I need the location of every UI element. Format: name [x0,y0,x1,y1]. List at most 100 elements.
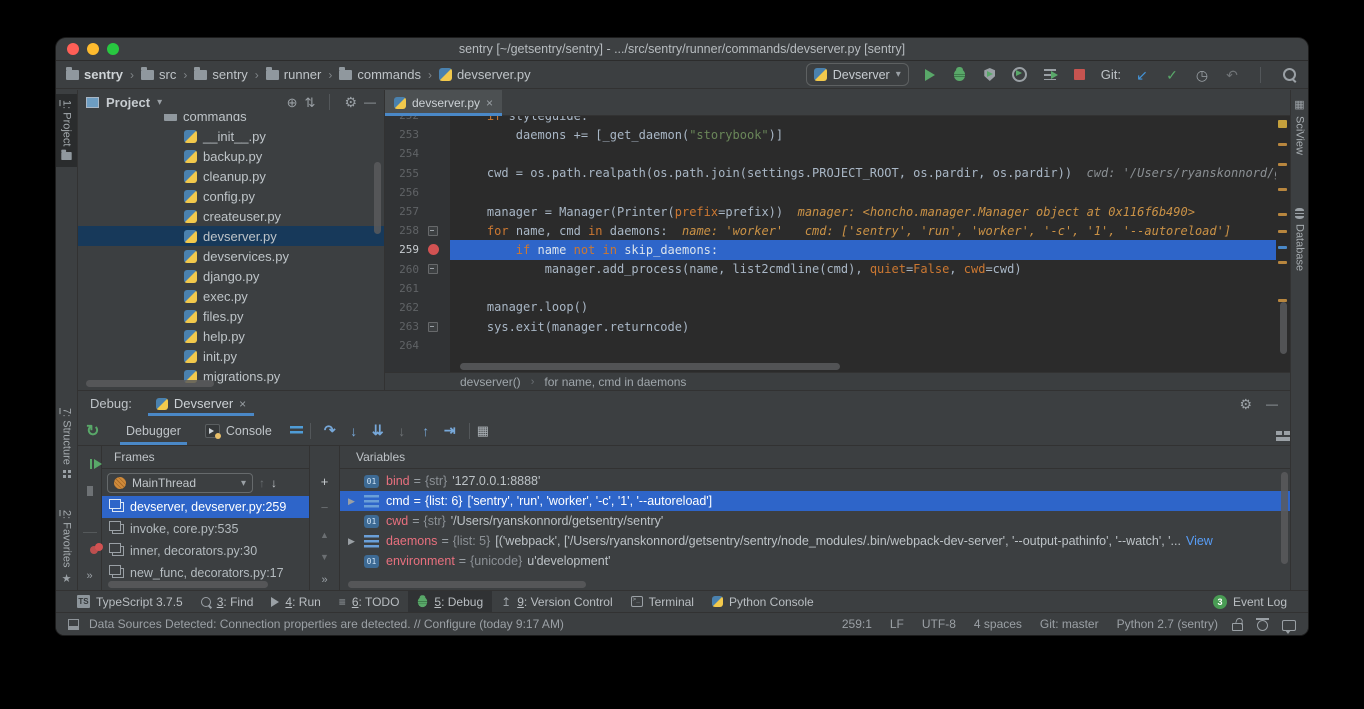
breadcrumb-item-devserver.py[interactable]: devserver.py [439,67,531,82]
breadcrumb-item-sentry[interactable]: sentry [66,67,123,82]
code-line-255[interactable]: 255 cwd = os.path.realpath(os.path.join(… [385,164,1290,183]
status-item-python-2-7-sentry-[interactable]: Python 2.7 (sentry) [1117,617,1218,631]
tool-window-switcher-icon[interactable] [68,619,79,630]
toolwindow-button-debug[interactable]: 5: Debug [408,591,492,612]
code-text[interactable] [450,279,1290,298]
status-item-4-spaces[interactable]: 4 spaces [974,617,1022,631]
debug-session-tab[interactable]: Devserver × [148,391,254,416]
code-text[interactable]: manager.loop() [450,298,1290,317]
sidebar-stripe-project[interactable]: 1: Project [56,94,77,167]
tree-item-django.py[interactable]: django.py [78,266,384,286]
status-item-utf-8[interactable]: UTF-8 [922,617,956,631]
code-text[interactable]: cwd = os.path.realpath(os.path.join(sett… [450,164,1290,183]
tree-item-createuser.py[interactable]: createuser.py [78,206,384,226]
close-icon[interactable]: × [486,96,493,110]
code-line-259[interactable]: 259 if name not in skip_daemons: [385,240,1290,259]
variable-row-bind[interactable]: 01bind={str}'127.0.0.1:8888' [340,471,1290,491]
move-down-button[interactable]: ▼ [320,552,329,562]
tab-debugger[interactable]: Debugger [114,416,193,445]
error-stripe-mark[interactable] [1278,163,1287,166]
variable-row-daemons[interactable]: ▶daemons={list: 5}[('webpack', ['/Users/… [340,531,1290,551]
error-stripe-mark[interactable] [1278,213,1287,216]
search-everywhere-button[interactable] [1280,66,1298,84]
line-gutter[interactable]: 263 [385,317,450,336]
move-up-button[interactable]: ▲ [320,530,329,540]
gear-icon[interactable]: ⚙ [344,95,357,109]
sidebar-stripe-database[interactable]: Database [1291,208,1308,271]
profiler-button[interactable] [1011,66,1029,84]
tree-item-files.py[interactable]: files.py [78,306,384,326]
toolwindow-button-todo[interactable]: ≡6: TODO [330,591,409,612]
stop-button[interactable] [1071,66,1089,84]
error-stripe-mark[interactable] [1278,188,1287,191]
git-rollback-button[interactable]: ↶ [1223,66,1241,84]
fold-icon[interactable] [428,264,438,274]
toolwindow-button-typescript-3-7-5[interactable]: TypeScript 3.7.5 [68,591,192,612]
tree-item-devserver.py[interactable]: devserver.py [78,226,384,246]
expander-icon[interactable]: ▶ [348,536,364,547]
variables-horizontal-scrollbar[interactable] [348,581,586,588]
project-vertical-scrollbar[interactable] [374,162,381,234]
line-gutter[interactable]: 256 [385,183,450,202]
evaluate-expression-icon[interactable]: ▦ [477,424,489,437]
frames-horizontal-scrollbar[interactable] [108,581,268,588]
tree-item-__init__.py[interactable]: __init__.py [78,126,384,146]
code-text[interactable]: if name not in skip_daemons: [450,240,1290,259]
collapse-all-icon[interactable]: ⇅ [305,96,316,109]
run-to-cursor-button[interactable]: ⇥ [438,420,462,442]
code-text[interactable]: if styleguide: [450,116,1290,125]
error-stripe-mark[interactable] [1278,261,1287,264]
tree-item-cleanup.py[interactable]: cleanup.py [78,166,384,186]
view-link[interactable]: View [1186,534,1213,548]
next-frame-button[interactable]: ↓ [271,476,277,490]
error-stripe-mark[interactable] [1278,120,1287,128]
minimize-window-button[interactable] [87,43,99,55]
status-item-259-1[interactable]: 259:1 [842,617,872,631]
step-over-button[interactable]: ↷ [318,420,342,442]
more-actions-button[interactable]: » [321,574,327,586]
line-gutter[interactable]: 262 [385,298,450,317]
error-stripe-mark[interactable] [1278,230,1287,233]
breadcrumb-item-src[interactable]: src [141,67,176,82]
hide-panel-icon[interactable]: — [364,96,376,108]
editor-vertical-scrollbar[interactable] [1280,302,1287,354]
fold-icon[interactable] [428,226,438,236]
hide-panel-icon[interactable]: — [1266,398,1278,410]
line-gutter[interactable]: 259 [385,240,450,259]
tree-item-devservices.py[interactable]: devservices.py [78,246,384,266]
variable-row-cmd[interactable]: ▶cmd={list: 6}['sentry', 'run', 'worker'… [340,491,1290,511]
inspections-icon[interactable] [1257,620,1268,631]
code-line-254[interactable]: 254 [385,144,1290,163]
chevron-down-icon[interactable]: ▾ [157,97,162,108]
toolwindow-button-find[interactable]: 3: Find [192,591,263,612]
close-window-button[interactable] [67,43,79,55]
run-configuration-select[interactable]: Devserver ▾ [806,63,909,86]
code-line-256[interactable]: 256 [385,183,1290,202]
git-history-button[interactable]: ◷ [1193,66,1211,84]
code-line-260[interactable]: 260 manager.add_process(name, list2cmdli… [385,260,1290,279]
tree-item-config.py[interactable]: config.py [78,186,384,206]
status-message[interactable]: Data Sources Detected: Connection proper… [89,617,564,631]
tree-item-commands[interactable]: commands [78,114,384,126]
breadcrumb-item-runner[interactable]: runner [266,67,322,82]
status-item-lf[interactable]: LF [890,617,904,631]
run-button[interactable] [921,66,939,84]
step-into-button[interactable]: ↓ [342,420,366,442]
code-text[interactable] [450,336,1290,355]
tab-console[interactable]: Console [193,416,284,445]
tree-item-backup.py[interactable]: backup.py [78,146,384,166]
status-item-git-master[interactable]: Git: master [1040,617,1099,631]
force-step-into-button[interactable]: ⇊ [366,420,390,442]
toolwindow-button-terminal[interactable]: Terminal [622,591,703,612]
frame-item[interactable]: inner, decorators.py:30 [102,540,309,562]
code-line-262[interactable]: 262 manager.loop() [385,298,1290,317]
code-line-263[interactable]: 263 sys.exit(manager.returncode) [385,317,1290,336]
line-gutter[interactable]: 254 [385,144,450,163]
line-gutter[interactable]: 258 [385,221,450,240]
breakpoint-icon[interactable] [428,244,439,255]
more-actions-button[interactable]: » [86,570,92,582]
git-update-button[interactable]: ↙ [1133,66,1151,84]
frame-item[interactable]: devserver, devserver.py:259 [102,496,309,518]
thread-select[interactable]: MainThread ▾ [107,473,253,493]
code-line-264[interactable]: 264 [385,336,1290,355]
